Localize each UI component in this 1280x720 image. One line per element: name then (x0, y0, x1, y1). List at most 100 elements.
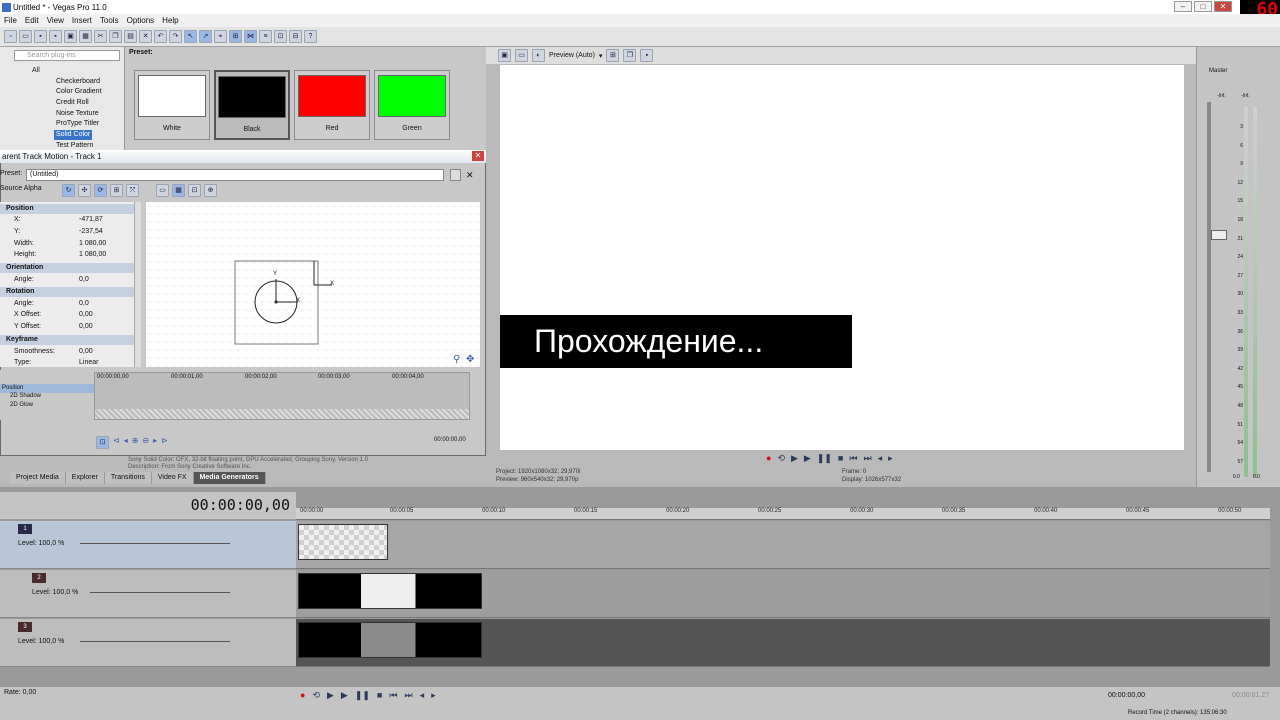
move-icon[interactable]: ✥ (466, 354, 474, 365)
save-icon[interactable]: ▪ (34, 30, 47, 43)
enable-rotation-icon[interactable]: ⟳ (94, 184, 107, 197)
dialog-close-button[interactable]: ✕ (472, 151, 484, 161)
kf-add-icon[interactable]: ⊕ (132, 436, 139, 449)
next-frame-icon[interactable]: ▸ (888, 453, 893, 464)
save-as-icon[interactable]: ▪ (49, 30, 62, 43)
lock-envelopes-icon[interactable]: ⊡ (274, 30, 287, 43)
next-frame-icon[interactable]: ▸ (431, 690, 436, 701)
level-slider[interactable] (90, 592, 230, 593)
tree-item[interactable]: Color Gradient (54, 87, 104, 97)
level-slider[interactable] (80, 641, 230, 642)
clip-transparent[interactable] (298, 524, 388, 560)
record-icon[interactable]: ● (766, 453, 771, 464)
properties-icon[interactable]: ▦ (79, 30, 92, 43)
normal-edit-tool-icon[interactable]: ↖ (184, 30, 197, 43)
delete-preset-icon[interactable]: ✕ (466, 169, 478, 181)
prop-x-offset[interactable]: 0,00 (79, 310, 93, 320)
tree-item[interactable]: Noise Texture (54, 109, 101, 119)
group-orientation[interactable]: Orientation (0, 263, 134, 273)
edit-in-object-space-icon[interactable]: ↻ (62, 184, 75, 197)
group-keyframe[interactable]: Keyframe (0, 335, 134, 345)
properties-scrollbar[interactable] (134, 202, 141, 367)
stop-icon[interactable]: ■ (377, 690, 382, 701)
undo-icon[interactable]: ↶ (154, 30, 167, 43)
preset-white[interactable]: White (134, 70, 210, 140)
prop-type[interactable]: Linear (79, 358, 98, 368)
prop-y-offset[interactable]: 0,00 (79, 322, 93, 332)
paste-icon[interactable]: ▤ (124, 30, 137, 43)
snapping-icon[interactable]: ⊞ (229, 30, 242, 43)
go-to-end-icon[interactable]: ⏭ (863, 453, 871, 464)
kf-last-icon[interactable]: ⊳ (161, 436, 168, 449)
menu-edit[interactable]: Edit (25, 16, 39, 25)
tab-video-fx[interactable]: Video FX (151, 472, 194, 484)
go-to-start-icon[interactable]: ⏮ (389, 690, 397, 701)
lock-aspect-icon[interactable]: ⊞ (110, 184, 123, 197)
auto-crossfade-icon[interactable]: ⋈ (244, 30, 257, 43)
kf-track-glow[interactable]: 2D Glow (10, 402, 33, 408)
chevron-down-icon[interactable]: ▾ (599, 52, 603, 60)
track-header-2[interactable]: 2 Level: 100,0 % (0, 570, 296, 618)
delete-icon[interactable]: ✕ (139, 30, 152, 43)
prop-x-value[interactable]: -471,87 (79, 215, 103, 225)
tree-item[interactable]: Credit Roll (54, 98, 91, 108)
envelope-tool-icon[interactable]: ↗ (199, 30, 212, 43)
tree-item-selected[interactable]: Solid Color (54, 130, 93, 140)
pause-icon[interactable]: ❚❚ (355, 690, 370, 701)
prev-frame-icon[interactable]: ◂ (420, 690, 425, 701)
prop-rotation-angle[interactable]: 0,0 (79, 299, 89, 309)
close-button[interactable]: ✕ (1214, 1, 1232, 12)
go-to-start-icon[interactable]: ⏮ (849, 453, 857, 464)
tree-item[interactable]: ProType Titler (54, 119, 101, 129)
tab-media-generators[interactable]: Media Generators (193, 472, 266, 484)
preset-black[interactable]: Black (214, 70, 290, 140)
menu-help[interactable]: Help (162, 16, 178, 25)
stop-icon[interactable]: ■ (838, 453, 843, 464)
play-from-start-icon[interactable]: ▶ (327, 690, 334, 701)
motion-canvas[interactable]: Y X X ⚲ ✥ (146, 202, 480, 367)
menu-file[interactable]: File (4, 16, 17, 25)
maximize-button[interactable]: □ (1194, 1, 1212, 12)
preset-dropdown[interactable]: (Untitled) (26, 169, 444, 181)
track-lane-2[interactable] (296, 570, 1270, 618)
menu-tools[interactable]: Tools (100, 16, 119, 25)
clip-solid-color[interactable] (298, 573, 482, 609)
tree-root[interactable]: All (30, 66, 42, 76)
ignore-grouping-icon[interactable]: ⊟ (289, 30, 302, 43)
minimize-button[interactable]: – (1174, 1, 1192, 12)
view-icon[interactable]: ▭ (156, 184, 169, 197)
preview-quality-dropdown[interactable]: Preview (Auto) (549, 52, 595, 59)
tab-transitions[interactable]: Transitions (104, 472, 152, 484)
save-snapshot-icon[interactable]: ▪ (640, 49, 654, 62)
help-icon[interactable]: ? (304, 30, 317, 43)
kf-prev-icon[interactable]: ◂ (124, 436, 128, 449)
kf-track-position[interactable]: Position (0, 384, 94, 393)
copy-snapshot-icon[interactable]: ❐ (623, 49, 637, 62)
menu-insert[interactable]: Insert (72, 16, 92, 25)
master-fader-handle[interactable] (1211, 230, 1227, 240)
prevent-movement-icon[interactable]: ✣ (78, 184, 91, 197)
record-icon[interactable]: ● (300, 690, 305, 701)
tab-explorer[interactable]: Explorer (65, 472, 105, 484)
loop-icon[interactable]: ⟲ (777, 453, 785, 464)
level-slider[interactable] (80, 543, 230, 544)
prop-smoothness[interactable]: 0,00 (79, 347, 93, 357)
selection-tool-icon[interactable]: ⌖ (214, 30, 227, 43)
kf-delete-icon[interactable]: ⊖ (142, 436, 149, 449)
plugin-search-input[interactable]: Search plug-ins (14, 50, 120, 61)
show-properties-icon[interactable]: ▦ (172, 184, 185, 197)
timeline-timecode[interactable]: 00:00:00,00 (191, 496, 290, 514)
track-lane-3[interactable] (296, 619, 1270, 667)
overlays-icon[interactable]: ⊞ (606, 49, 620, 62)
preview-properties-icon[interactable]: ▣ (498, 49, 511, 62)
split-screen-icon[interactable]: ◐ (532, 49, 545, 62)
kf-first-icon[interactable]: ⊲ (113, 436, 120, 449)
keyframe-timeline[interactable]: 00:00:00,00 00:00:01,00 00:00:02,00 00:0… (94, 372, 470, 420)
scale-about-center-icon[interactable]: ⤧ (126, 184, 139, 197)
preview-device-icon[interactable]: ▭ (515, 49, 528, 62)
play-from-start-icon[interactable]: ▶ (791, 453, 798, 464)
prop-height-value[interactable]: 1 080,00 (79, 250, 106, 260)
snap-icon[interactable]: ⊡ (188, 184, 201, 197)
kf-track-shadow[interactable]: 2D Shadow (10, 393, 41, 399)
redo-icon[interactable]: ↷ (169, 30, 182, 43)
